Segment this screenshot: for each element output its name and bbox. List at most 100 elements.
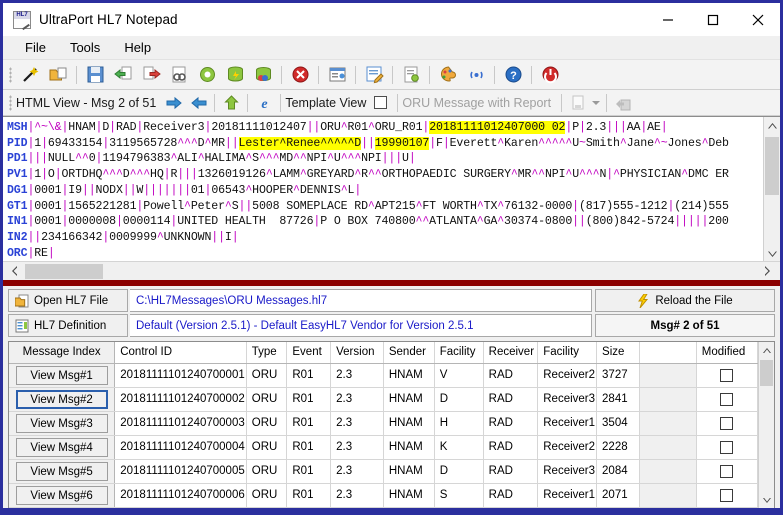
modified-checkbox[interactable] bbox=[719, 416, 733, 430]
column-header-sender[interactable]: Sender bbox=[383, 342, 435, 364]
message-scroll-thumb[interactable] bbox=[765, 137, 779, 195]
viewbar-grip[interactable] bbox=[9, 94, 12, 111]
table-row[interactable]: View Msg#3 20181111101240700003 ORU R01 2.3 H… bbox=[9, 411, 759, 436]
palette-icon[interactable] bbox=[435, 63, 461, 87]
viewbar-separator bbox=[247, 93, 249, 112]
horizontal-scroll-thumb[interactable] bbox=[25, 264, 103, 279]
blank-cell bbox=[639, 363, 697, 388]
receiver-cell: RAD bbox=[483, 411, 539, 436]
view-message-button[interactable]: View Msg#5 bbox=[15, 461, 108, 481]
exit-power-icon[interactable] bbox=[537, 63, 563, 87]
window-view-icon[interactable] bbox=[324, 63, 350, 87]
internet-explorer-icon[interactable]: e bbox=[252, 92, 276, 114]
broadcast-icon[interactable] bbox=[463, 63, 489, 87]
new-message-wand-icon[interactable] bbox=[17, 63, 43, 87]
receiver-cell: RAD bbox=[483, 387, 539, 412]
modified-checkbox[interactable] bbox=[719, 440, 733, 454]
view-message-button[interactable]: View Msg#4 bbox=[15, 437, 108, 457]
column-header-receiver[interactable]: Receiver bbox=[483, 342, 539, 364]
open-hl7-file-button[interactable]: Open HL7 File bbox=[8, 289, 128, 312]
next-message-button[interactable] bbox=[162, 92, 186, 114]
view-message-button[interactable]: View Msg#6 bbox=[15, 485, 108, 505]
help-icon[interactable]: ? bbox=[500, 63, 526, 87]
hl7-definition-button[interactable]: HL7 Definition bbox=[8, 314, 128, 337]
stop-error-icon[interactable] bbox=[287, 63, 313, 87]
size-cell: 2084 bbox=[596, 459, 641, 484]
view-message-button[interactable]: View Msg#2 bbox=[15, 389, 108, 409]
table-row[interactable]: View Msg#4 20181111101240700004 ORU R01 2.3 H… bbox=[9, 435, 759, 460]
scroll-left-icon[interactable] bbox=[3, 265, 25, 277]
export-report-icon[interactable] bbox=[566, 92, 590, 114]
table-row[interactable]: View Msg#6 20181111101240700006 ORU R01 2.3 H… bbox=[9, 483, 759, 508]
scroll-up-icon[interactable] bbox=[759, 342, 774, 358]
database-colors-icon[interactable] bbox=[250, 63, 276, 87]
column-header-sender-facility[interactable]: Facility bbox=[434, 342, 484, 364]
table-row[interactable]: View Msg#5 20181111101240700005 ORU R01 2.3 H… bbox=[9, 459, 759, 484]
modified-cell bbox=[696, 411, 759, 436]
sender-cell: HNAM bbox=[383, 411, 435, 436]
column-header-size[interactable]: Size bbox=[596, 342, 641, 364]
database-icon[interactable] bbox=[222, 63, 248, 87]
close-button[interactable] bbox=[735, 3, 780, 36]
column-header-control-id[interactable]: Control ID bbox=[114, 342, 247, 364]
toolbar-separator bbox=[494, 65, 495, 84]
column-header-blank[interactable] bbox=[639, 342, 697, 364]
sender-cell: HNAM bbox=[383, 435, 435, 460]
edit-note-icon[interactable] bbox=[361, 63, 387, 87]
message-horizontal-scrollbar[interactable] bbox=[3, 261, 780, 280]
column-header-type[interactable]: Type bbox=[246, 342, 288, 364]
menu-file[interactable]: File bbox=[13, 37, 58, 58]
column-header-receiver-facility[interactable]: Facility bbox=[537, 342, 598, 364]
previous-message-button[interactable] bbox=[186, 92, 210, 114]
reload-file-button[interactable]: Reload the File bbox=[595, 289, 775, 312]
modified-checkbox[interactable] bbox=[719, 392, 733, 406]
settings-gear-icon[interactable] bbox=[194, 63, 220, 87]
scroll-down-icon[interactable] bbox=[759, 492, 774, 508]
open-folder-icon[interactable] bbox=[45, 63, 71, 87]
view-message-button[interactable]: View Msg#1 bbox=[15, 365, 108, 385]
compare-messages-icon[interactable] bbox=[611, 92, 635, 114]
import-left-icon[interactable] bbox=[110, 63, 136, 87]
size-cell: 2841 bbox=[596, 387, 641, 412]
hl7-message-pane[interactable]: MSH|^~\&|HNAM|D|RAD|Receiver3|2018111101… bbox=[3, 116, 780, 261]
version-cell: 2.3 bbox=[330, 387, 384, 412]
toolbar-separator bbox=[318, 65, 319, 84]
open-file-row: Open HL7 File C:\HL7Messages\ORU Message… bbox=[8, 289, 775, 312]
table-vertical-scrollbar[interactable] bbox=[758, 342, 774, 508]
column-header-message-index[interactable]: Message Index bbox=[9, 342, 116, 364]
minimize-button[interactable] bbox=[645, 3, 690, 36]
scroll-right-icon[interactable] bbox=[756, 265, 778, 277]
menu-help[interactable]: Help bbox=[112, 37, 163, 58]
modified-checkbox[interactable] bbox=[719, 368, 733, 382]
table-row[interactable]: View Msg#1 20181111101240700001 ORU R01 2.3 H… bbox=[9, 363, 759, 388]
modified-checkbox[interactable] bbox=[719, 488, 733, 502]
event-cell: R01 bbox=[286, 483, 332, 508]
document-properties-icon[interactable] bbox=[398, 63, 424, 87]
table-row[interactable]: View Msg#2 20181111101240700002 ORU R01 2.3 H… bbox=[9, 387, 759, 412]
column-header-modified[interactable]: Modified bbox=[696, 342, 759, 364]
definition-value[interactable]: Default (Version 2.5.1) - Default EasyHL… bbox=[130, 314, 592, 337]
hl7-message-text: MSH|^~\&|HNAM|D|RAD|Receiver3|2018111101… bbox=[7, 121, 729, 260]
export-right-icon[interactable] bbox=[138, 63, 164, 87]
scroll-up-icon[interactable] bbox=[764, 117, 780, 134]
save-icon[interactable] bbox=[82, 63, 108, 87]
chevron-down-icon[interactable] bbox=[590, 92, 602, 114]
column-header-version[interactable]: Version bbox=[330, 342, 384, 364]
table-scroll-thumb[interactable] bbox=[760, 360, 773, 386]
modified-cell bbox=[696, 387, 759, 412]
template-view-checkbox[interactable] bbox=[374, 96, 388, 109]
message-vertical-scrollbar[interactable] bbox=[763, 117, 780, 261]
modified-checkbox[interactable] bbox=[719, 464, 733, 478]
find-binoculars-icon[interactable] bbox=[166, 63, 192, 87]
file-path-value[interactable]: C:\HL7Messages\ORU Messages.hl7 bbox=[130, 289, 592, 312]
view-message-button[interactable]: View Msg#3 bbox=[15, 413, 108, 433]
size-cell: 2228 bbox=[596, 435, 641, 460]
lightning-reload-icon bbox=[637, 293, 650, 308]
arrow-up-icon[interactable] bbox=[219, 92, 243, 114]
column-header-event[interactable]: Event bbox=[286, 342, 332, 364]
maximize-button[interactable] bbox=[690, 3, 735, 36]
scroll-down-icon[interactable] bbox=[764, 245, 780, 261]
menu-tools[interactable]: Tools bbox=[58, 37, 112, 58]
receiver-facility-cell: Receiver1 bbox=[537, 411, 598, 436]
toolbar-grip[interactable] bbox=[9, 66, 12, 83]
